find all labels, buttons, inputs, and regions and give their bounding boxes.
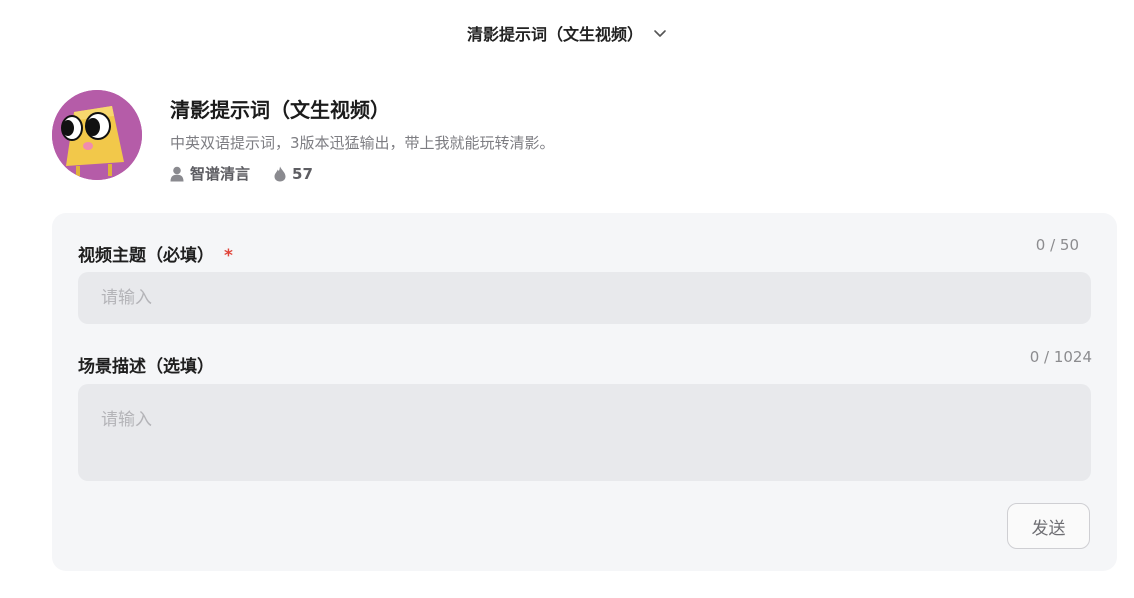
mascot-icon (52, 90, 142, 180)
flame-icon (274, 166, 286, 181)
author-name: 智谱清言 (190, 165, 251, 183)
scene-textarea[interactable]: 请输入 (78, 384, 1091, 481)
agent-description: 中英双语提示词，3版本迅猛输出，带上我就能玩转清影。 (170, 134, 555, 152)
agent-header: 清影提示词（文生视频） 中英双语提示词，3版本迅猛输出，带上我就能玩转清影。 智… (52, 90, 555, 184)
chevron-down-icon[interactable] (653, 26, 667, 40)
topic-input[interactable]: 请输入 (78, 272, 1091, 324)
scene-char-count: 0 / 1024 (1029, 348, 1092, 366)
prompt-form: 视频主题（必填） * 0 / 50 请输入 场景描述（选填） 0 / 1024 请… (52, 213, 1117, 571)
agent-switcher-title[interactable]: 清影提示词（文生视频） (467, 21, 643, 45)
topic-label: 视频主题（必填） * (78, 246, 233, 266)
top-bar: 清影提示词（文生视频） (0, 18, 1134, 48)
send-button[interactable]: 发送 (1007, 503, 1090, 549)
author-info[interactable]: 智谱清言 (170, 163, 250, 184)
scene-label: 场景描述（选填） (78, 357, 214, 377)
user-icon (170, 166, 184, 181)
agent-meta: 智谱清言 57 (170, 163, 555, 184)
topic-char-count: 0 / 50 (1035, 236, 1079, 254)
usage-info: 57 (274, 165, 313, 183)
agent-avatar (52, 90, 142, 180)
required-mark: * (224, 246, 233, 266)
usage-count: 57 (292, 164, 313, 183)
agent-name: 清影提示词（文生视频） (170, 98, 390, 122)
